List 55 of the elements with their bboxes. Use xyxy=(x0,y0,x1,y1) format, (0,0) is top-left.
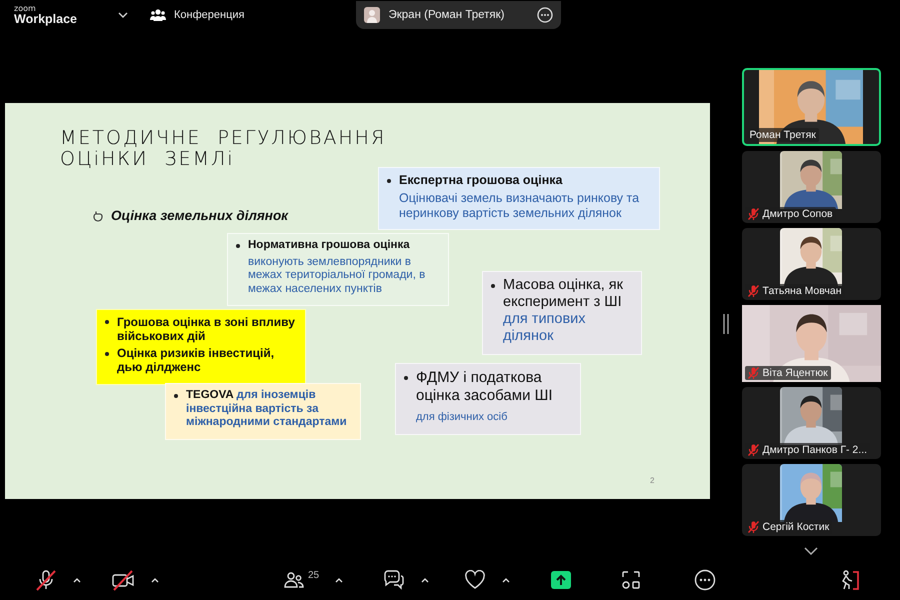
participant-tile[interactable]: Віта Яцентюк xyxy=(742,305,880,382)
participant-tile[interactable]: Дмитро Панков Г- 2... xyxy=(742,387,880,459)
participants-icon[interactable] xyxy=(284,570,304,590)
screen-share-pill[interactable]: Экран (Роман Третяк) xyxy=(356,1,562,29)
bullet-text: Оцінка ризиків інвестицій, дью ділдженс xyxy=(117,346,276,375)
caret-icon[interactable] xyxy=(421,578,430,582)
muted-mic-icon[interactable] xyxy=(35,569,57,591)
bullet-text: Грошова оцінка в зоні впливу військових дій xyxy=(117,315,296,344)
video-off-icon[interactable] xyxy=(111,569,135,591)
slide-subtitle: Оцінка земельних ділянок xyxy=(111,208,288,223)
bullet-icon xyxy=(105,352,109,356)
meeting-info-button[interactable]: Конференция xyxy=(150,8,244,22)
participant-tile[interactable]: Дмитро Сопов xyxy=(742,151,880,223)
bullet-text: Оцінювачі земель визначають ринкову та неринкову вартість земельних ділянок xyxy=(399,190,640,220)
bullet-icon xyxy=(491,284,495,288)
bullet-text: Нормативна грошова оцінка xyxy=(248,239,410,253)
participant-name: Віта Яцентюк xyxy=(762,367,828,379)
share-screen-icon[interactable] xyxy=(551,571,572,589)
bullet-text: ФДМУ і податкова оцінка засобами ШІ xyxy=(416,369,554,404)
caret-icon[interactable] xyxy=(335,578,344,582)
people-icon xyxy=(150,8,166,22)
participant-name: Роман Третяк xyxy=(750,129,816,141)
bullet-icon xyxy=(236,244,240,248)
participant-name: Дмитро Сопов xyxy=(762,208,833,220)
bullet-icon xyxy=(404,376,408,380)
bullet-text: TEGOVA для іноземців інвестційна вартість за міжнародними стандартами xyxy=(186,389,348,430)
slide-number: 2 xyxy=(650,476,654,485)
bullet-text: Масова оцінка, як експеримент з ШІ для типових ділянок xyxy=(503,277,624,346)
participant-tile[interactable]: Роман Третяк xyxy=(742,68,880,146)
resize-handle-icon[interactable] xyxy=(722,313,728,335)
more-icon[interactable] xyxy=(537,7,554,23)
slide-title: МЕТОДИЧНЕ РЕГУЛЮВАННЯ ОЦіНКИ ЗЕМЛі xyxy=(60,128,386,170)
bullet-icon xyxy=(174,394,178,398)
chat-icon[interactable] xyxy=(383,570,406,590)
zoom-workplace-logo: zoom Workplace xyxy=(14,4,78,26)
bullet-text: для фізичних осіб xyxy=(416,410,508,426)
chevron-down-icon[interactable] xyxy=(118,12,128,18)
participant-name: Дмитро Панков Г- 2... xyxy=(762,444,868,456)
participant-name: Сергій Костик xyxy=(762,521,830,533)
participant-count: 25 xyxy=(308,570,320,581)
bullet-text: виконують землевпорядники в межах територіальної громади, в межах населених пунктів xyxy=(248,256,426,296)
apps-icon[interactable] xyxy=(621,570,642,590)
chevron-down-icon[interactable] xyxy=(804,547,818,555)
caret-icon[interactable] xyxy=(151,578,159,582)
participant-tile[interactable]: Татьяна Мовчан xyxy=(742,228,880,300)
participant-name: Татьяна Мовчан xyxy=(762,285,842,297)
more-icon[interactable] xyxy=(694,569,716,591)
avatar-icon xyxy=(364,7,380,23)
participant-tile[interactable]: Сергій Костик xyxy=(742,464,880,536)
heart-icon[interactable] xyxy=(464,570,486,590)
bullet-icon xyxy=(387,178,391,183)
caret-icon[interactable] xyxy=(73,578,81,582)
bullet-text: Експертна грошова оцінка xyxy=(399,173,562,188)
bullet-icon xyxy=(105,320,109,324)
caret-icon[interactable] xyxy=(502,578,510,582)
